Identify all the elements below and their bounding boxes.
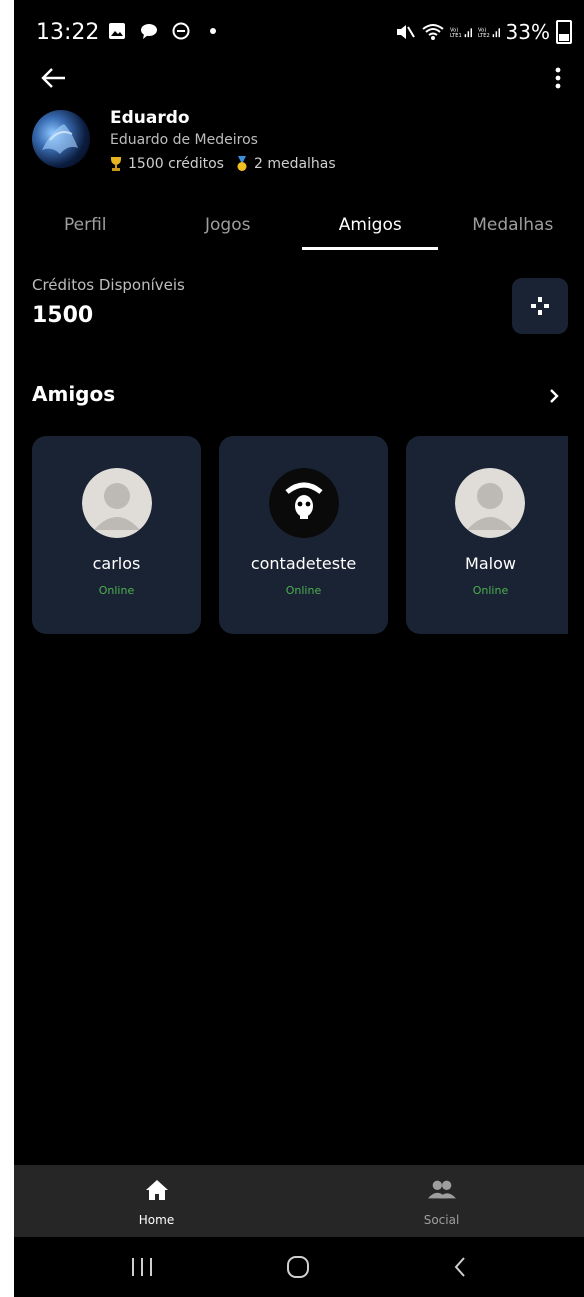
dnd-icon bbox=[170, 20, 192, 42]
tab-amigos[interactable]: Amigos bbox=[299, 210, 442, 254]
tab-medalhas[interactable]: Medalhas bbox=[442, 210, 584, 254]
home-system-button[interactable] bbox=[276, 1247, 320, 1287]
battery-icon bbox=[556, 20, 572, 44]
screen-edge bbox=[0, 0, 14, 1297]
nav-social-label: Social bbox=[423, 1213, 460, 1227]
friend-card-malow[interactable]: Malow Online bbox=[406, 436, 568, 634]
signal-icon-1: Vo) LTE1 bbox=[450, 21, 472, 43]
people-icon bbox=[427, 1177, 456, 1203]
svg-text:LTE1: LTE1 bbox=[450, 33, 462, 39]
gamepad-icon bbox=[531, 297, 549, 315]
nav-home-label: Home bbox=[138, 1213, 175, 1227]
profile-avatar bbox=[32, 110, 90, 168]
chat-icon bbox=[138, 20, 160, 42]
friend-card-contadeteste[interactable]: contadeteste Online bbox=[219, 436, 388, 634]
chevron-right-icon bbox=[550, 389, 559, 403]
status-system-icons: Vo) LTE1 Vo) LTE2 33% bbox=[394, 20, 572, 44]
tab-jogos[interactable]: Jogos bbox=[157, 210, 300, 254]
home-circle-icon bbox=[287, 1256, 309, 1278]
home-icon bbox=[143, 1177, 171, 1203]
battery-level: 33% bbox=[505, 20, 550, 44]
svg-text:LTE2: LTE2 bbox=[478, 33, 490, 39]
system-navigation-bar bbox=[14, 1237, 584, 1297]
friends-list: carlos Online contadeteste Online Malow bbox=[32, 436, 568, 634]
back-system-button[interactable] bbox=[438, 1247, 482, 1287]
default-avatar-icon bbox=[455, 468, 525, 538]
back-button[interactable] bbox=[36, 60, 72, 96]
tab-perfil[interactable]: Perfil bbox=[14, 210, 157, 254]
more-vertical-icon bbox=[555, 67, 561, 89]
recent-apps-button[interactable] bbox=[120, 1247, 164, 1287]
status-notification-icons bbox=[106, 20, 224, 42]
profile-tabs: Perfil Jogos Amigos Medalhas bbox=[14, 210, 584, 254]
more-options-button[interactable] bbox=[544, 60, 572, 96]
status-bar: 13:22 Vo) LTE1 Vo) LTE2 33% bbox=[14, 0, 584, 62]
friend-name: Malow bbox=[465, 554, 516, 573]
friend-name: carlos bbox=[92, 554, 141, 573]
bottom-navigation: Home Social bbox=[14, 1165, 584, 1237]
image-icon bbox=[106, 20, 128, 42]
trophy-icon bbox=[111, 157, 121, 171]
recent-apps-icon bbox=[132, 1258, 152, 1276]
profile-full-name: Eduardo de Medeiros bbox=[110, 132, 258, 148]
back-chevron-icon bbox=[454, 1257, 465, 1277]
friend-name: contadeteste bbox=[250, 554, 357, 573]
medals-stat: 2 medalhas bbox=[236, 156, 336, 172]
status-time: 13:22 bbox=[36, 20, 100, 45]
friends-section-title: Amigos bbox=[32, 382, 116, 406]
profile-name: Eduardo bbox=[110, 108, 190, 128]
dot-icon bbox=[202, 20, 224, 42]
friend-status: Online bbox=[285, 584, 322, 597]
friends-see-all-button[interactable] bbox=[542, 384, 566, 408]
friend-status: Online bbox=[472, 584, 509, 597]
friend-status: Online bbox=[98, 584, 135, 597]
nav-home[interactable]: Home bbox=[14, 1165, 299, 1237]
arrow-left-icon bbox=[41, 68, 65, 88]
game-button[interactable] bbox=[512, 278, 568, 334]
credits-value: 1500 bbox=[32, 303, 94, 328]
default-avatar-icon bbox=[81, 468, 152, 538]
medal-icon bbox=[237, 156, 247, 171]
wifi-icon bbox=[421, 21, 444, 43]
svg-text:Vo): Vo) bbox=[478, 27, 486, 33]
friend-card-carlos[interactable]: carlos Online bbox=[32, 436, 201, 634]
medals-stat-label: 2 medalhas bbox=[253, 156, 336, 172]
nav-social[interactable]: Social bbox=[299, 1165, 584, 1237]
app-screen: 13:22 Vo) LTE1 Vo) LTE2 33% Eduardo Edua… bbox=[14, 0, 584, 1297]
credits-label: Créditos Disponíveis bbox=[32, 276, 185, 294]
credits-stat-label: 1500 créditos bbox=[128, 156, 224, 172]
profile-stats: 1500 créditos 2 medalhas bbox=[110, 156, 336, 172]
signal-icon-2: Vo) LTE2 bbox=[478, 21, 500, 43]
skull-avatar-icon bbox=[268, 468, 339, 538]
svg-text:Vo): Vo) bbox=[450, 27, 458, 33]
mute-icon bbox=[394, 21, 416, 43]
credits-stat: 1500 créditos bbox=[110, 156, 224, 172]
